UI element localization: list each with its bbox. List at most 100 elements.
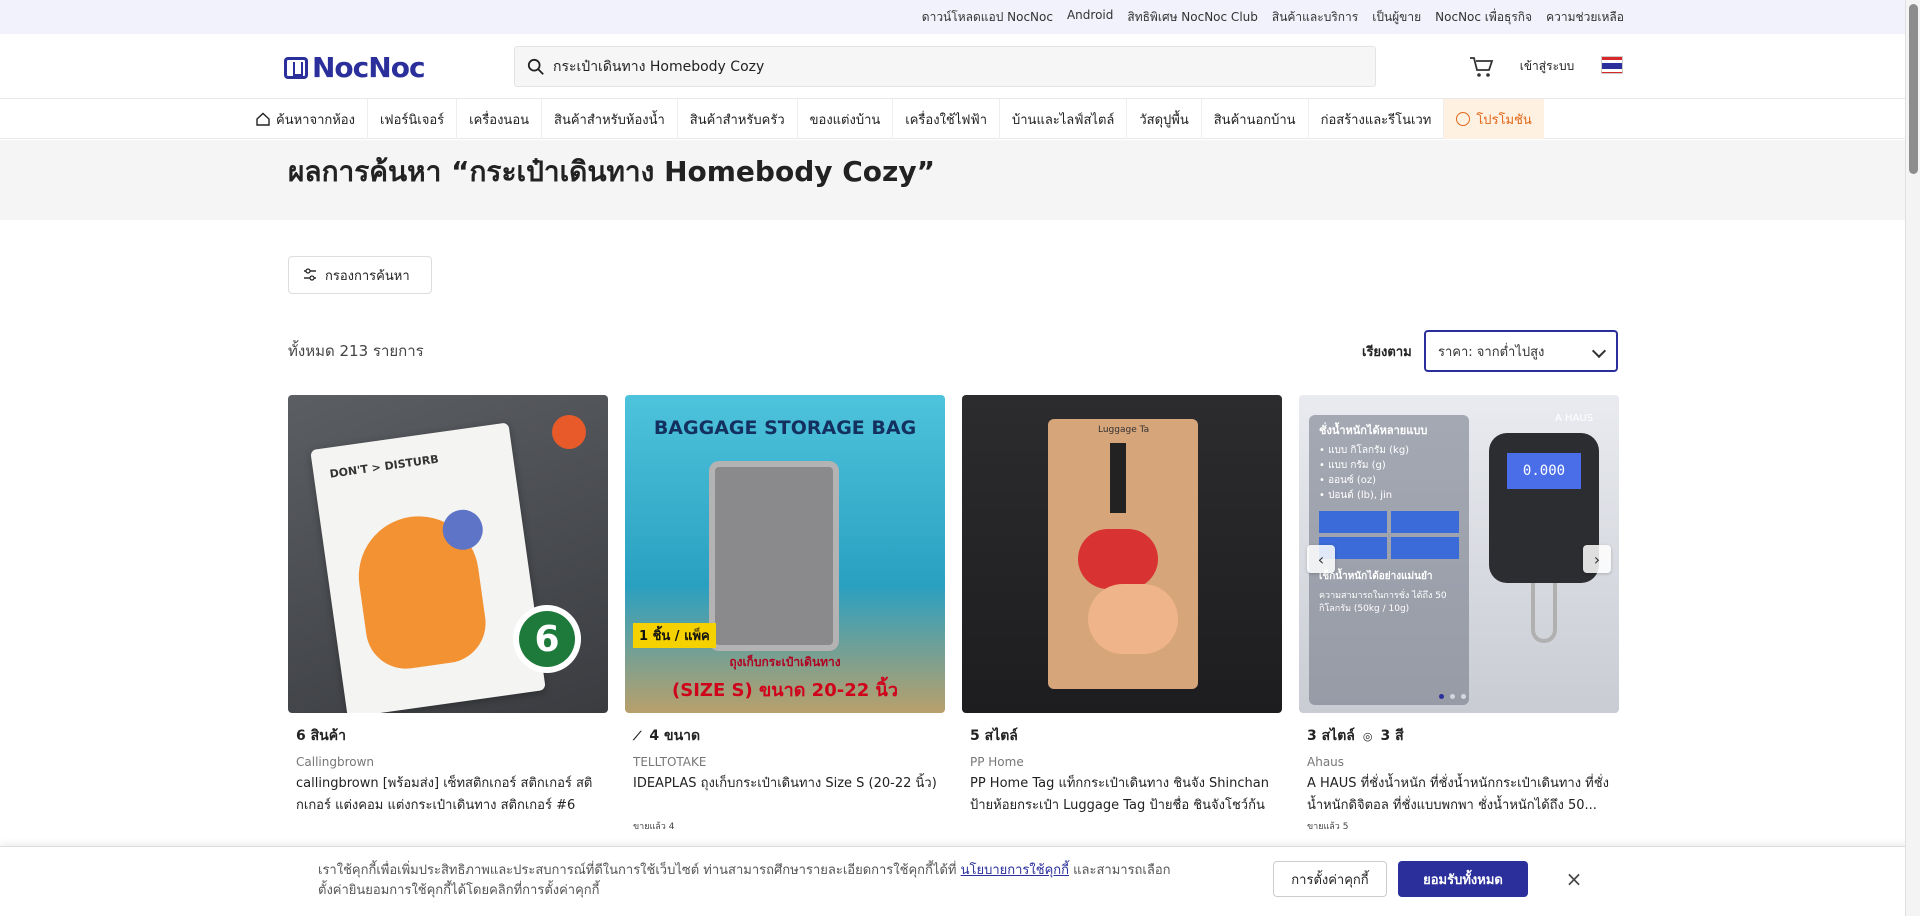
category-construction[interactable]: ก่อสร้างและรีโนเวท — [1309, 99, 1445, 139]
category-label: ค้นหาจากห้อง — [276, 112, 355, 128]
variant-label: 5 สไตล์ — [970, 728, 1018, 744]
unit-item: • ออนซ์ (oz) — [1319, 475, 1377, 486]
badge-number-text: 6 — [519, 611, 575, 667]
category-rooms[interactable]: ค้นหาจากห้อง — [244, 99, 368, 139]
product-card[interactable]: ชั่งน้ำหนักได้หลายแบบ • แบบ กิโลกรัม (kg… — [1299, 395, 1619, 833]
top-link-help[interactable]: ความช่วยเหลือ — [1546, 8, 1624, 27]
product-brand[interactable]: TELLTOTAKE — [633, 755, 937, 769]
lcd-mini — [1319, 511, 1387, 533]
brand-seal — [552, 415, 586, 449]
search-bar[interactable] — [514, 46, 1376, 87]
variant-label: 3 สไตล์ — [1307, 728, 1355, 744]
unit-item: • แบบ กรัม (g) — [1319, 460, 1386, 471]
lcd-mini — [1391, 511, 1459, 533]
lcd-grid — [1319, 511, 1459, 559]
product-card[interactable]: Luggage Ta 5 สไตล์ PP Home PP Home Tag แ… — [962, 395, 1282, 833]
product-name[interactable]: A HAUS ที่ชั่งน้ำหนัก ที่ชั่งน้ำหนักกระเ… — [1307, 773, 1611, 817]
sort-select[interactable]: ราคา: จากต่ำไปสูง — [1424, 330, 1618, 372]
cart-icon[interactable] — [1468, 54, 1494, 80]
scrollbar[interactable] — [1905, 0, 1920, 916]
palette-icon: ◎ — [1362, 729, 1373, 743]
search-input[interactable] — [553, 58, 1353, 75]
category-appliances[interactable]: เครื่องใช้ไฟฟ้า — [893, 99, 1000, 139]
product-image[interactable]: DON'T > DISTURB 6 — [288, 395, 608, 713]
sort-label: เรียงตาม — [1362, 345, 1412, 360]
unit-item: • ปอนด์ (lb), jin — [1319, 490, 1393, 501]
header: NocNoc เข้าสู่ระบบ — [0, 34, 1920, 99]
category-lifestyle[interactable]: บ้านและไลฟ์สไตล์ — [1000, 99, 1128, 139]
scale-display: 0.000 — [1507, 453, 1581, 489]
login-button[interactable]: เข้าสู่ระบบ — [1508, 50, 1586, 82]
product-name[interactable]: IDEAPLAS ถุงเก็บกระเป๋าเดินทาง Size S (2… — [633, 773, 937, 817]
carousel-dot[interactable] — [1439, 694, 1444, 699]
search-icon[interactable] — [527, 58, 545, 76]
cookie-message: เราใช้คุกกี้เพื่อเพิ่มประสิทธิภาพและประส… — [318, 861, 1178, 901]
tag-label: Luggage Ta — [1098, 425, 1150, 435]
download-app-link[interactable]: ดาวน์โหลดแอป NocNoc — [922, 8, 1053, 27]
top-link-business[interactable]: NocNoc เพื่อธุรกิจ — [1435, 8, 1532, 27]
badge-number: 6 — [513, 605, 581, 673]
thai-flag-icon[interactable] — [1601, 56, 1623, 74]
variant-color-label: 3 สี — [1380, 728, 1404, 744]
carousel-dot[interactable] — [1450, 694, 1455, 699]
capacity-caption: ความสามารถในการชั่ง ได้ถึง 50 กิโลกรัม (… — [1319, 591, 1447, 614]
title-band: ผลการค้นหา “กระเป๋าเดินทาง Homebody Cozy… — [0, 140, 1920, 220]
top-strip: ดาวน์โหลดแอป NocNoc Android สิทธิพิเศษ N… — [0, 0, 1920, 34]
product-card[interactable]: BAGGAGE STORAGE BAG 1 ชิ้น / แพ็ค ถุงเก็… — [625, 395, 945, 833]
product-variant: 6 สินค้า — [296, 725, 600, 747]
product-image[interactable]: BAGGAGE STORAGE BAG 1 ชิ้น / แพ็ค ถุงเก็… — [625, 395, 945, 713]
result-count: ทั้งหมด 213 รายการ — [288, 342, 424, 360]
product-card[interactable]: DON'T > DISTURB 6 6 สินค้า Callingbrown … — [288, 395, 608, 833]
sold-count: ขายแล้ว 4 — [633, 822, 675, 832]
category-outdoor[interactable]: สินค้านอกบ้าน — [1202, 99, 1309, 139]
chevron-down-icon — [1591, 343, 1607, 359]
page-title: ผลการค้นหา “กระเป๋าเดินทาง Homebody Cozy… — [288, 155, 935, 188]
top-link-services[interactable]: สินค้าและบริการ — [1272, 8, 1358, 27]
carousel-next-button[interactable]: › — [1583, 545, 1611, 573]
unit-item: • แบบ กิโลกรัม (kg) — [1319, 445, 1410, 456]
accept-all-button[interactable]: ยอมรับทั้งหมด — [1398, 861, 1528, 897]
sort-value: ราคา: จากต่ำไปสูง — [1438, 344, 1545, 360]
lcd-mini — [1391, 537, 1459, 559]
category-promotion[interactable]: โปรโมชัน — [1444, 99, 1544, 139]
cookie-policy-link[interactable]: นโยบายการใช้คุกกี้ — [961, 863, 1069, 878]
top-link-seller[interactable]: เป็นผู้ขาย — [1372, 8, 1421, 27]
product-image[interactable]: Luggage Ta — [962, 395, 1282, 713]
category-flooring[interactable]: วัสดุปูพื้น — [1127, 99, 1202, 139]
product-grid: DON'T > DISTURB 6 6 สินค้า Callingbrown … — [288, 395, 1619, 833]
variant-label: 6 สินค้า — [296, 728, 346, 744]
scale-hook — [1531, 583, 1557, 643]
close-icon[interactable]: × — [1560, 865, 1588, 893]
product-variant: 5 สไตล์ — [970, 725, 1274, 747]
suitcase-illustration — [709, 461, 839, 651]
category-bedding[interactable]: เครื่องนอน — [457, 99, 543, 139]
top-links: ดาวน์โหลดแอป NocNoc Android สิทธิพิเศษ N… — [922, 8, 1624, 27]
image-headline: BAGGAGE STORAGE BAG — [653, 417, 917, 439]
product-brand[interactable]: PP Home — [970, 755, 1274, 769]
image-caption: ถุงเก็บกระเป๋าเดินทาง — [729, 655, 841, 669]
logo[interactable]: NocNoc — [284, 51, 426, 84]
ruler-icon: ⟋ — [633, 728, 642, 743]
promotion-icon — [1456, 112, 1471, 126]
product-name[interactable]: callingbrown [พร้อมส่ง] เซ็ทสติกเกอร์ สต… — [296, 773, 600, 817]
filter-button[interactable]: กรองการค้นหา — [288, 256, 432, 294]
product-image[interactable]: ชั่งน้ำหนักได้หลายแบบ • แบบ กิโลกรัม (kg… — [1299, 395, 1619, 713]
product-brand[interactable]: Callingbrown — [296, 755, 600, 769]
carousel-prev-button[interactable]: ‹ — [1307, 545, 1335, 573]
scrollbar-thumb[interactable] — [1909, 4, 1918, 174]
product-brand[interactable]: Ahaus — [1307, 755, 1611, 769]
character-body — [1088, 584, 1178, 654]
category-decor[interactable]: ของแต่งบ้าน — [798, 99, 894, 139]
category-bathroom[interactable]: สินค้าสำหรับห้องน้ำ — [542, 99, 678, 139]
brand-watermark: A HAUS — [1555, 413, 1594, 424]
category-furniture[interactable]: เฟอร์นิเจอร์ — [368, 99, 458, 139]
filter-icon — [304, 268, 316, 281]
product-name[interactable]: PP Home Tag แท็กกระเป๋าเดินทาง ชินจัง Sh… — [970, 773, 1274, 817]
top-link-club[interactable]: สิทธิพิเศษ NocNoc Club — [1127, 8, 1258, 27]
carousel-dot[interactable] — [1461, 694, 1466, 699]
top-link-android[interactable]: Android — [1067, 8, 1113, 27]
category-kitchen[interactable]: สินค้าสำหรับครัว — [678, 99, 798, 139]
product-variant: 3 สไตล์ ◎ 3 สี — [1307, 725, 1611, 747]
cookie-settings-button[interactable]: การตั้งค่าคุกกี้ — [1273, 861, 1387, 897]
logo-text: NocNoc — [312, 51, 426, 84]
